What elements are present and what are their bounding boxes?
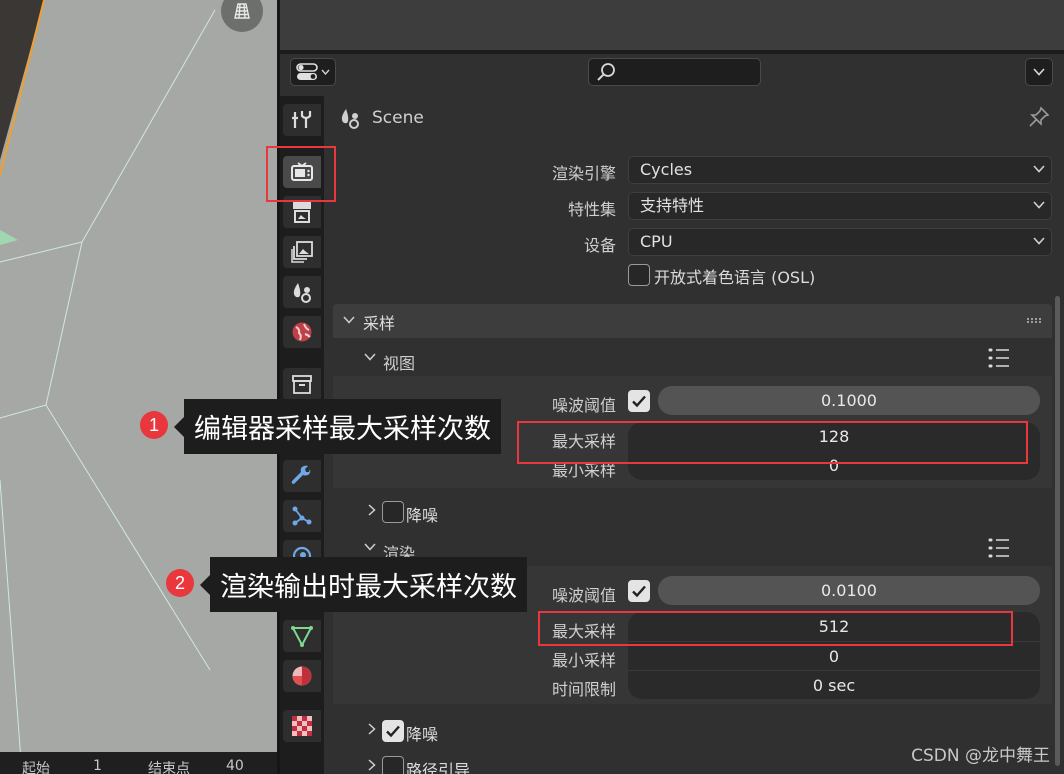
chevron-down-icon xyxy=(1033,68,1045,76)
collection-box-icon xyxy=(292,375,312,394)
pin-icon[interactable] xyxy=(1028,106,1050,128)
device-dropdown[interactable]: CPU xyxy=(628,228,1052,256)
tab-collection[interactable] xyxy=(283,368,321,400)
tab-material[interactable] xyxy=(283,660,321,692)
highlight-viewport-max-samples xyxy=(517,421,1028,464)
start-frame-value[interactable]: 1 xyxy=(93,758,102,774)
tab-texture[interactable] xyxy=(283,710,321,742)
grid-icon xyxy=(234,3,250,19)
chevron-down-icon xyxy=(1033,237,1045,245)
render-engine-value: Cycles xyxy=(640,160,693,179)
chevron-right-icon[interactable] xyxy=(368,759,376,771)
green-marker xyxy=(0,230,18,245)
viewport-subpanel-title: 视图 xyxy=(383,354,416,373)
tab-data[interactable] xyxy=(283,620,321,652)
feature-set-value: 支持特性 xyxy=(640,196,705,215)
osl-checkbox[interactable] xyxy=(628,264,650,286)
feature-set-label: 特性集 xyxy=(567,200,616,219)
viewport-subpanel-header[interactable]: 视图 xyxy=(354,344,1052,373)
osl-label: 开放式着色语言 (OSL) xyxy=(654,268,816,287)
chevron-down-icon xyxy=(321,69,330,75)
context-breadcrumb: Scene xyxy=(338,106,424,130)
viewport-denoise-label: 降噪 xyxy=(406,506,439,525)
time-limit-label: 时间限制 xyxy=(551,680,616,699)
highlight-render-max-samples xyxy=(538,611,1013,646)
viewport-denoise-checkbox[interactable] xyxy=(382,501,404,523)
tab-particles[interactable] xyxy=(283,500,321,532)
render-denoise-label: 降噪 xyxy=(406,725,439,744)
chevron-down-icon xyxy=(1033,165,1045,173)
wrench-icon xyxy=(291,465,311,484)
upper-area xyxy=(280,0,1064,50)
chevron-down-icon xyxy=(364,353,376,361)
drag-handle-icon[interactable] xyxy=(1026,318,1042,324)
scene-icon xyxy=(293,283,311,303)
checkmark-icon xyxy=(632,585,646,598)
callout-1: 编辑器采样最大采样次数 xyxy=(174,399,501,454)
render-denoise-checkbox[interactable] xyxy=(382,720,404,742)
device-value: CPU xyxy=(640,232,673,251)
viewport-noise-threshold-field[interactable]: 0.1000 xyxy=(658,386,1040,415)
end-frame-value[interactable]: 40 xyxy=(226,758,244,774)
render-engine-label: 渲染引擎 xyxy=(551,164,616,183)
callout-1-badge: 1 xyxy=(140,411,168,439)
particles-icon xyxy=(292,506,312,526)
options-button[interactable] xyxy=(1025,58,1053,86)
checkmark-icon xyxy=(386,725,400,738)
render-noise-threshold-checkbox[interactable] xyxy=(628,580,650,602)
sampling-panel-header[interactable]: 采样 xyxy=(333,304,1052,338)
render-engine-dropdown[interactable]: Cycles xyxy=(628,156,1052,184)
device-label: 设备 xyxy=(583,236,616,255)
tab-modifiers[interactable] xyxy=(283,460,321,492)
scene-icon xyxy=(341,109,359,129)
context-title: Scene xyxy=(372,108,424,128)
mesh-data-icon xyxy=(291,626,313,648)
search-icon xyxy=(597,63,615,81)
sampling-title: 采样 xyxy=(363,314,396,333)
callout-2: 渲染输出时最大采样次数 xyxy=(200,557,527,612)
render-min-samples-label: 最小采样 xyxy=(551,651,616,670)
properties-header xyxy=(280,54,1064,96)
time-limit-field[interactable]: 0 sec xyxy=(628,670,1040,699)
viewport-scene xyxy=(0,0,216,774)
tab-view-layer[interactable] xyxy=(283,236,321,268)
chevron-down-icon xyxy=(364,543,376,551)
chevron-right-icon[interactable] xyxy=(368,723,376,735)
tab-scene[interactable] xyxy=(283,276,321,308)
viewport-noise-threshold-checkbox[interactable] xyxy=(628,390,650,412)
highlight-render-tab xyxy=(266,146,336,202)
path-guiding-label: 路径引导 xyxy=(406,761,471,774)
path-guiding-checkbox[interactable] xyxy=(382,756,404,774)
start-frame-label: 起始 xyxy=(22,761,50,774)
checkmark-icon xyxy=(632,395,646,408)
properties-editor-icon xyxy=(296,63,318,80)
world-globe-icon xyxy=(292,322,312,342)
chevron-right-icon[interactable] xyxy=(368,504,376,516)
properties-scrollbar[interactable] xyxy=(1055,296,1060,766)
feature-set-dropdown[interactable]: 支持特性 xyxy=(628,192,1052,220)
callout-2-badge: 2 xyxy=(166,569,194,597)
texture-checker-icon xyxy=(292,716,312,736)
watermark: CSDN @龙中舞王 xyxy=(911,746,1050,766)
tool-icon xyxy=(292,111,312,128)
3d-viewport[interactable]: 起始 1 结束点 40 xyxy=(0,0,277,774)
tab-world[interactable] xyxy=(283,316,321,348)
material-sphere-icon xyxy=(292,666,312,686)
output-printer-icon xyxy=(293,202,311,223)
render-noise-threshold-field[interactable]: 0.0100 xyxy=(658,576,1040,605)
chevron-down-icon xyxy=(1033,201,1045,209)
end-frame-label: 结束点 xyxy=(148,761,190,774)
presets-list-icon[interactable] xyxy=(987,347,1011,369)
timeline-footer: 起始 1 结束点 40 xyxy=(0,752,277,774)
view-layer-icon xyxy=(291,241,313,263)
tab-tool[interactable] xyxy=(283,104,321,136)
chevron-down-icon xyxy=(343,316,355,324)
search-input[interactable] xyxy=(588,58,761,86)
presets-list-icon[interactable] xyxy=(987,537,1011,559)
editor-type-button[interactable] xyxy=(290,58,336,86)
